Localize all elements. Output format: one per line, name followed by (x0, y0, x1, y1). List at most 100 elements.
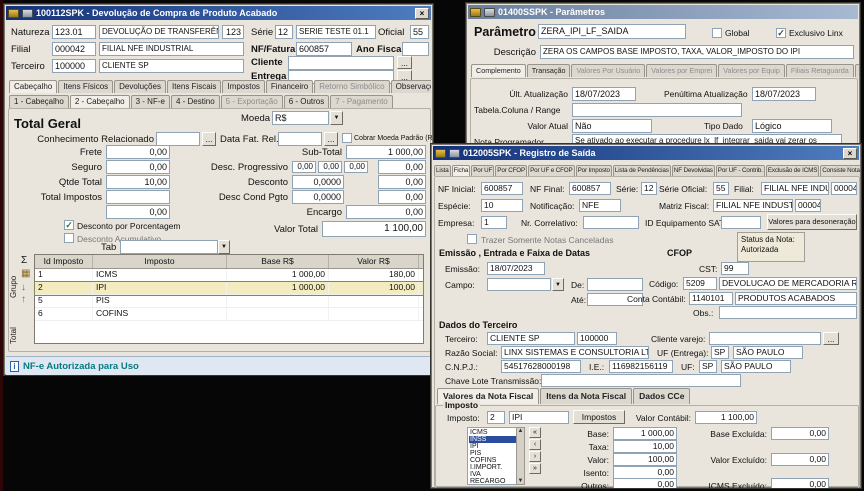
chave-lote-field[interactable] (541, 374, 741, 387)
tipo-dado-field[interactable]: Lógico (752, 119, 832, 133)
last-record-icon[interactable]: » (529, 463, 541, 474)
table-row[interactable]: 6 COFINS (35, 308, 423, 321)
outros-field[interactable]: 0,00 (613, 478, 677, 489)
scroll-down-icon[interactable]: ▼ (517, 478, 524, 484)
global-checkbox[interactable] (712, 28, 722, 38)
codigo-desc-field[interactable]: DEVOLUCAO DE MERCADORIA RECEBIDA EM TRAN… (719, 277, 857, 290)
conta-desc-field[interactable]: PRODUTOS ACABADOS (735, 292, 857, 305)
table-row-selected[interactable]: 2 IPI 1 000,00 100,00 (35, 282, 423, 295)
base-excluida-field[interactable]: 0,00 (771, 427, 829, 440)
natureza-num-field[interactable]: 123 (222, 25, 244, 39)
notificacao-field[interactable]: NFE (579, 199, 621, 212)
tab-observacoes[interactable]: Observações (391, 80, 431, 93)
cliente-varejo-field[interactable] (709, 332, 821, 345)
taxa-field[interactable]: 10,00 (613, 440, 677, 453)
qtde-total-field[interactable]: 10,00 (106, 175, 170, 189)
scroll-up-icon[interactable]: ▲ (517, 428, 524, 434)
valor-excluido-field[interactable]: 0,00 (771, 453, 829, 466)
conhecimento-field[interactable] (156, 132, 200, 146)
uf-desc-field[interactable]: SÃO PAULO (721, 360, 791, 373)
serie-desc-field[interactable]: SERIE TESTE 01.1 (296, 25, 376, 39)
grid-filter-icon[interactable]: ▦ (21, 269, 30, 279)
especie-field[interactable]: 10 (481, 199, 523, 212)
campo-chevron-down-icon[interactable]: ▼ (552, 278, 564, 291)
terceiro-desc-field[interactable]: CLIENTE SP (99, 59, 244, 73)
tab-ficha[interactable]: Ficha (452, 165, 471, 176)
list-item-pis[interactable]: PIS (469, 450, 523, 457)
nf-final-field[interactable]: 600857 (569, 182, 611, 195)
list-item-recargo[interactable]: RECARGO (469, 478, 523, 485)
grid-side-tab-grupo[interactable]: Grupo (9, 258, 18, 298)
window1-titlebar[interactable]: 100112SPK - Devolução de Compra de Produ… (6, 6, 431, 20)
desc-prog-total-field[interactable]: 0,00 (378, 160, 426, 174)
valor-field[interactable]: 100,00 (613, 453, 677, 466)
close-icon[interactable]: × (843, 148, 857, 159)
moeda-chevron-down-icon[interactable]: ▼ (330, 111, 343, 125)
cliente-varejo-browse-button[interactable]: ... (823, 332, 839, 345)
cst-field[interactable]: 99 (721, 262, 749, 275)
tab-por-uf-e-cfop[interactable]: Por UF e CFOP (528, 165, 575, 176)
desc-prog-2-field[interactable]: 0,00 (318, 161, 342, 173)
tab-chevron-down-icon[interactable]: ▼ (218, 240, 230, 254)
valores-desoneracao-button[interactable]: Valores para desoneração (767, 214, 857, 230)
table-row[interactable]: 5 PIS (35, 295, 423, 308)
tab-itens-nota-fiscal[interactable]: Itens da Nota Fiscal (540, 388, 632, 404)
terceiro-desc-field[interactable]: CLIENTE SP (487, 332, 575, 345)
moeda-field[interactable]: R$ (272, 111, 329, 125)
uf-entrega-desc-field[interactable]: SÃO PAULO (733, 346, 803, 359)
data-fat-field[interactable] (278, 132, 322, 146)
grid-header-imposto[interactable]: Imposto (93, 255, 227, 268)
prev-record-icon[interactable]: ‹ (529, 439, 541, 450)
conhecimento-browse-button[interactable]: ... (202, 132, 216, 146)
terceiro-code-field[interactable]: 100000 (52, 59, 96, 73)
matriz-desc-field[interactable]: FILIAL NFE INDUSTRIAL (713, 199, 793, 212)
next-record-icon[interactable]: › (529, 451, 541, 462)
tab-filiais-retaguarda[interactable]: Filiais Retaguarda (786, 64, 854, 77)
list-item-ipi[interactable]: IPI (469, 443, 523, 450)
grid-header-id[interactable]: Id Imposto (35, 255, 93, 268)
notas-canceladas-checkbox[interactable] (467, 234, 477, 244)
tabela-coluna-field[interactable] (572, 103, 742, 117)
ano-fiscal-field[interactable] (402, 42, 429, 56)
exclusivo-linx-checkbox[interactable]: ✓ (776, 28, 786, 38)
tab-valores-por-equip[interactable]: Valores por Equip (718, 64, 785, 77)
list-item-inss[interactable]: INSS (469, 436, 523, 443)
tab-transacao[interactable]: Transação (527, 64, 571, 77)
tab-devolucoes[interactable]: Devoluções (114, 80, 166, 93)
filial-desc-field[interactable]: FILIAL NFE INDUSTRIAL (761, 182, 829, 195)
list-item-iimport[interactable]: I.IMPORT. (469, 464, 523, 471)
razao-social-field[interactable]: LINX SISTEMAS E CONSULTORIA LTDA (501, 346, 649, 359)
tab-exclusao-icms[interactable]: Exclusão de ICMS (766, 165, 819, 176)
desc-prog-1-field[interactable]: 0,00 (292, 161, 316, 173)
extra-total-field[interactable]: 0,00 (106, 205, 170, 219)
subtab-5-exportacao[interactable]: 5 - Exportação (221, 95, 283, 108)
first-record-icon[interactable]: « (529, 427, 541, 438)
arrow-up-icon[interactable]: ↑ (21, 295, 26, 305)
desconto-pct-field[interactable]: 0,0000 (292, 175, 344, 189)
filial-code-field[interactable]: 000042 (831, 182, 857, 195)
terceiro-code-field[interactable]: 100000 (577, 332, 617, 345)
tab-por-uf[interactable]: Por UF (471, 165, 494, 176)
desconto-porcentagem-checkbox[interactable]: ✓ (64, 220, 74, 230)
arrow-down-icon[interactable]: ↓ (21, 283, 26, 293)
subtab-7-pagamento[interactable]: 7 - Pagamento (330, 95, 392, 108)
subtab-1-cabecalho[interactable]: 1 - Cabeçalho (9, 95, 69, 108)
natureza-code-field[interactable]: 123.01 (52, 25, 96, 39)
tab-valores-por-usuario[interactable]: Valores Por Usuário (571, 64, 645, 77)
serie-field[interactable]: 12 (275, 25, 293, 39)
impostos-button[interactable]: Impostos (573, 410, 625, 424)
tab-cabecalho[interactable]: Cabeçalho (9, 80, 57, 93)
conta-contabil-field[interactable]: 1140101 (689, 292, 733, 305)
cliente-field[interactable] (288, 56, 394, 70)
subtab-4-destino[interactable]: 4 - Destino (171, 95, 220, 108)
desc-cond-field[interactable]: 0,00 (378, 190, 426, 204)
serie-field[interactable]: 12 (641, 182, 657, 195)
tab-lista[interactable]: Lista (434, 165, 451, 176)
subtotal-field[interactable]: 1 000,00 (346, 145, 426, 159)
tab-complemento[interactable]: Complemento (471, 64, 526, 77)
tab-valores-por-empresa[interactable]: Valores por Emprei (646, 64, 717, 77)
desconto-field[interactable]: 0,00 (378, 175, 426, 189)
nf-fatura-field[interactable]: 600857 (296, 42, 352, 56)
cobrar-moeda-checkbox[interactable] (342, 133, 352, 143)
ie-field[interactable]: 116982156119 (609, 360, 673, 373)
